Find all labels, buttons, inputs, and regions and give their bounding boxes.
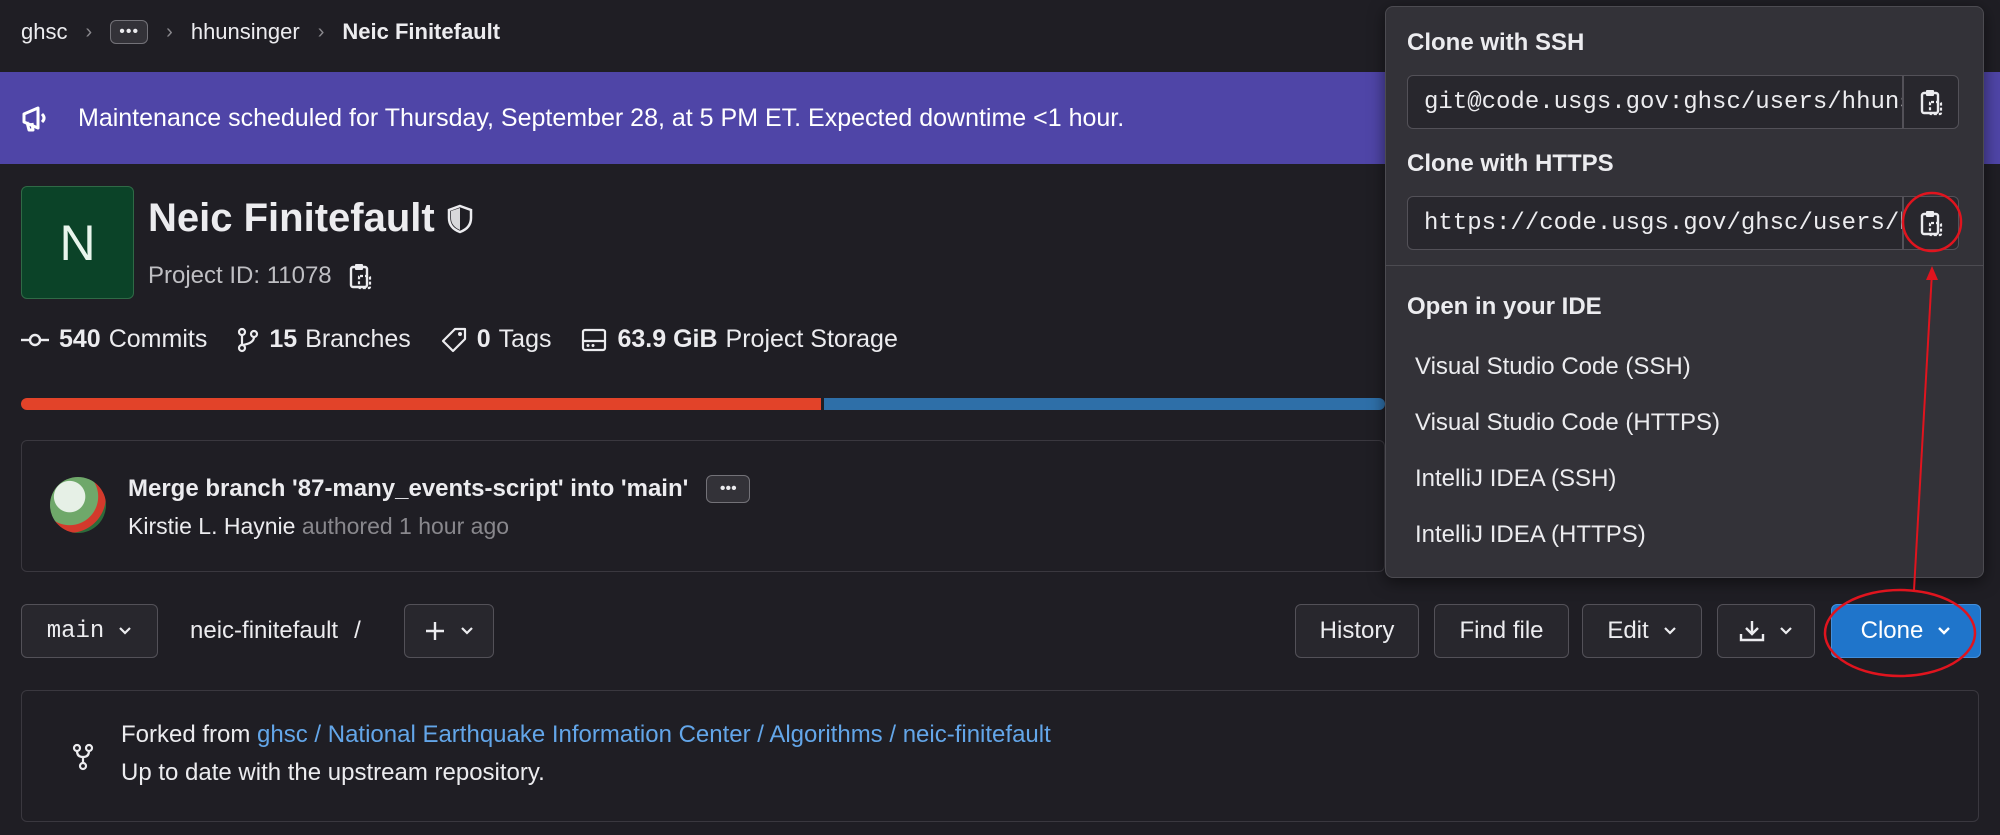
- download-icon: [1739, 619, 1765, 643]
- ide-item-intellij-https[interactable]: IntelliJ IDEA (HTTPS): [1415, 521, 1646, 549]
- stat-commits[interactable]: 540 Commits: [21, 325, 207, 354]
- tag-icon: [441, 327, 467, 353]
- language-segment-primary[interactable]: [21, 398, 822, 410]
- fork-status: Up to date with the upstream repository.: [121, 759, 545, 786]
- breadcrumb-more-button[interactable]: •••: [110, 20, 149, 44]
- last-commit-panel: Merge branch '87-many_events-script' int…: [21, 440, 1385, 572]
- breadcrumb-item-user[interactable]: hhunsinger: [191, 19, 300, 45]
- commit-message: Merge branch '87-many_events-script' int…: [128, 475, 751, 503]
- fork-icon: [72, 743, 94, 771]
- history-button[interactable]: History: [1295, 604, 1419, 658]
- commit-expand-button[interactable]: •••: [706, 475, 751, 503]
- dropdown-divider: [1386, 265, 1983, 266]
- repository-path: neic-finitefault /: [190, 604, 361, 658]
- path-separator: /: [354, 617, 361, 644]
- plus-icon: [424, 620, 446, 642]
- clone-https-heading: Clone with HTTPS: [1407, 150, 1614, 177]
- storage-label: Project Storage: [725, 325, 898, 353]
- banner-text: Maintenance scheduled for Thursday, Sept…: [78, 103, 1125, 132]
- tags-count: 0: [476, 325, 491, 353]
- breadcrumb-current[interactable]: Neic Finitefault: [342, 19, 500, 45]
- chevron-down-icon: [1663, 626, 1677, 636]
- chevron-down-icon: [460, 626, 474, 636]
- https-url-input[interactable]: https://code.usgs.gov/ghsc/users/hhunsin…: [1407, 196, 1903, 250]
- author-avatar[interactable]: [50, 477, 106, 533]
- breadcrumb: ghsc › ••• › hhunsinger › Neic Finitefau…: [21, 0, 500, 64]
- forked-from-line: Forked from ghsc / National Earthquake I…: [121, 721, 1051, 749]
- ide-item-intellij-ssh[interactable]: IntelliJ IDEA (SSH): [1415, 465, 1616, 493]
- commit-icon: [21, 330, 49, 350]
- chevron-right-icon: ›: [317, 20, 325, 43]
- copy-ssh-url-button[interactable]: [1903, 75, 1959, 129]
- commit-author-link[interactable]: Kirstie L. Haynie: [128, 513, 295, 539]
- branch-selector-label: main: [46, 617, 105, 645]
- repository-path-root[interactable]: neic-finitefault: [190, 617, 338, 645]
- chevron-down-icon: [1779, 626, 1793, 636]
- open-in-ide-heading: Open in your IDE: [1407, 293, 1602, 320]
- project-id: Project ID: 11078: [148, 262, 372, 290]
- copy-icon: [1919, 88, 1943, 116]
- language-segment-secondary[interactable]: [824, 398, 1385, 410]
- clone-dropdown: Clone with SSH git@code.usgs.gov:ghsc/us…: [1385, 6, 1984, 578]
- storage-icon: [581, 328, 607, 352]
- clone-ssh-heading: Clone with SSH: [1407, 29, 1585, 56]
- stat-branches[interactable]: 15 Branches: [237, 325, 411, 354]
- chevron-right-icon: ›: [166, 20, 173, 43]
- commit-title-link[interactable]: Merge branch '87-many_events-script' int…: [128, 475, 688, 503]
- add-to-tree-button[interactable]: [404, 604, 494, 658]
- fork-info-panel: Forked from ghsc / National Earthquake I…: [21, 690, 1979, 822]
- project-stats: 540 Commits 15 Branches 0 Tags 63.9 GiB …: [21, 325, 928, 354]
- forked-from-label: Forked from: [121, 721, 258, 748]
- shield-icon[interactable]: [447, 204, 473, 234]
- copy-project-id-icon[interactable]: [348, 262, 372, 290]
- megaphone-icon: [20, 102, 52, 134]
- stat-tags[interactable]: 0 Tags: [441, 325, 552, 354]
- page-title: Neic Finitefault: [148, 196, 473, 241]
- upstream-project-link[interactable]: ghsc / National Earthquake Information C…: [257, 721, 1051, 748]
- branch-selector[interactable]: main: [21, 604, 158, 658]
- edit-button-label: Edit: [1607, 617, 1649, 644]
- project-avatar: N: [21, 186, 134, 299]
- chevron-down-icon: [118, 626, 132, 636]
- branch-icon: [237, 327, 259, 353]
- clone-button[interactable]: Clone: [1831, 604, 1981, 658]
- project-id-label: Project ID: 11078: [148, 262, 332, 289]
- tags-label: Tags: [498, 325, 552, 353]
- chevron-down-icon: [1937, 626, 1951, 636]
- commit-time: authored 1 hour ago: [295, 513, 510, 539]
- ide-item-vscode-https[interactable]: Visual Studio Code (HTTPS): [1415, 409, 1720, 437]
- project-name: Neic Finitefault: [148, 196, 435, 240]
- clone-button-label: Clone: [1860, 617, 1924, 644]
- download-button[interactable]: [1717, 604, 1815, 658]
- repository-language-bar: [21, 398, 1385, 410]
- copy-icon: [1919, 209, 1943, 237]
- commits-count: 540: [59, 325, 101, 353]
- copy-https-url-button[interactable]: [1903, 196, 1959, 250]
- branches-label: Branches: [305, 325, 411, 353]
- find-file-button[interactable]: Find file: [1434, 604, 1569, 658]
- edit-button[interactable]: Edit: [1582, 604, 1702, 658]
- commits-label: Commits: [108, 325, 208, 353]
- breadcrumb-item-ghsc[interactable]: ghsc: [21, 19, 67, 45]
- stat-storage[interactable]: 63.9 GiB Project Storage: [581, 325, 898, 354]
- ide-item-vscode-ssh[interactable]: Visual Studio Code (SSH): [1415, 353, 1691, 381]
- storage-size: 63.9 GiB: [617, 325, 718, 353]
- branches-count: 15: [269, 325, 298, 353]
- chevron-right-icon: ›: [85, 20, 93, 43]
- ssh-url-input[interactable]: git@code.usgs.gov:ghsc/users/hhunsinger/…: [1407, 75, 1903, 129]
- commit-author-line: Kirstie L. Haynie authored 1 hour ago: [128, 513, 509, 540]
